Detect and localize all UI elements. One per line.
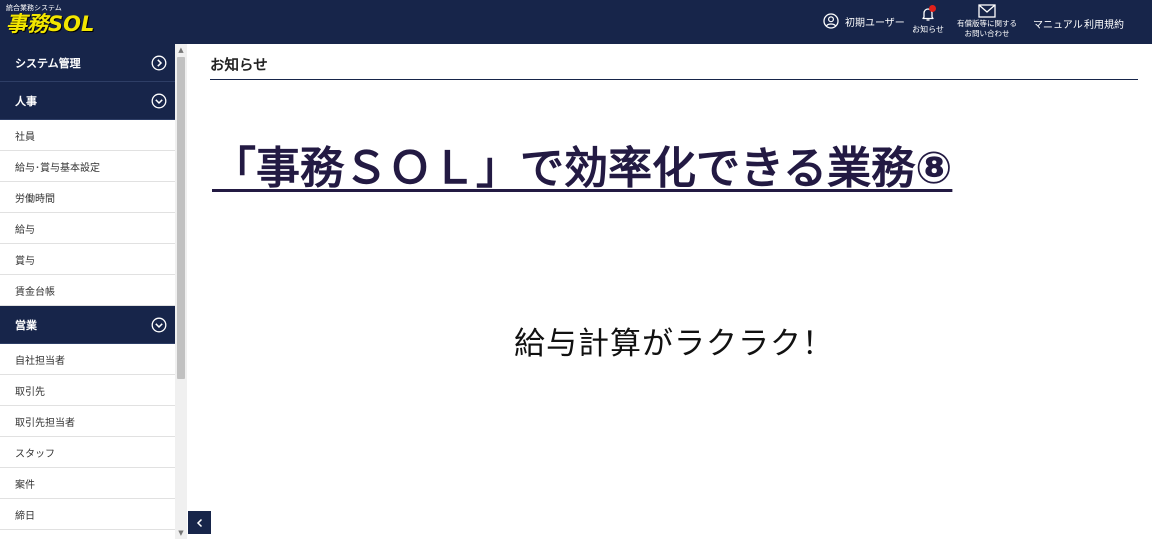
- sidebar-item-employee[interactable]: 社員: [0, 120, 175, 151]
- sidebar-item-closing-date[interactable]: 締日: [0, 499, 175, 530]
- sidebar-item-bonus[interactable]: 賞与: [0, 244, 175, 275]
- inquiry-label-line1: 有償版等に関する: [957, 19, 1017, 28]
- scroll-down-arrow-icon[interactable]: ▼: [175, 527, 187, 539]
- sidebar-item-working-hours[interactable]: 労働時間: [0, 182, 175, 213]
- notice-label: お知らせ: [912, 25, 944, 34]
- user-circle-icon: [823, 13, 839, 29]
- sidebar-item-salary[interactable]: 給与: [0, 213, 175, 244]
- bell-icon: [920, 5, 936, 22]
- sidebar-item-staff[interactable]: スタッフ: [0, 437, 175, 468]
- app-logo[interactable]: 統合業務システム 事務SOL: [6, 4, 94, 36]
- inquiry-label-line2: お問い合わせ: [964, 29, 1010, 38]
- notification-badge: [929, 5, 936, 12]
- top-header: 統合業務システム 事務SOL 初期ユーザー お知らせ 有償版等に関する お問い合…: [0, 0, 1152, 44]
- sidebar-section-label: 営業: [15, 318, 37, 332]
- sidebar-scrollbar[interactable]: ▲ ▼: [175, 44, 187, 539]
- announcement-heading: 「事務ＳＯＬ」で効率化できる業務⑧: [212, 143, 953, 194]
- announcement-subtext: 給与計算がラクラク！: [514, 326, 834, 362]
- scroll-thumb[interactable]: [177, 57, 185, 379]
- manual-link[interactable]: マニュアル: [1033, 16, 1083, 31]
- sidebar-item-salary-settings[interactable]: 給与･賞与基本設定: [0, 151, 175, 182]
- sidebar-section-jinji[interactable]: 人事: [0, 82, 175, 120]
- sidebar: システム管理 人事 社員 給与･賞与基本設定 労働時間 給与 賞与 賃金台帳 営…: [0, 44, 175, 539]
- chevron-down-circle-icon: [151, 317, 167, 332]
- sidebar-item-own-staff[interactable]: 自社担当者: [0, 344, 175, 375]
- user-menu[interactable]: 初期ユーザー: [823, 13, 905, 29]
- notice-button[interactable]: お知らせ: [912, 5, 944, 35]
- terms-link[interactable]: 利用規約: [1084, 16, 1124, 31]
- collapse-sidebar-button[interactable]: [188, 511, 211, 534]
- sidebar-section-label: 人事: [15, 94, 37, 108]
- sidebar-section-system[interactable]: システム管理: [0, 44, 175, 82]
- sidebar-section-eigyo[interactable]: 営業: [0, 306, 175, 344]
- mail-icon: [978, 4, 996, 18]
- sidebar-section-label: システム管理: [15, 56, 81, 70]
- scroll-up-arrow-icon[interactable]: ▲: [175, 44, 187, 56]
- inquiry-button[interactable]: 有償版等に関する お問い合わせ: [952, 4, 1022, 39]
- chevron-down-circle-icon: [151, 93, 167, 108]
- sidebar-item-projects[interactable]: 案件: [0, 468, 175, 499]
- logo-title: 事務SOL: [6, 12, 95, 36]
- sidebar-item-client-contacts[interactable]: 取引先担当者: [0, 406, 175, 437]
- title-divider: [210, 79, 1138, 80]
- sidebar-item-wage-ledger[interactable]: 賃金台帳: [0, 275, 175, 306]
- user-name: 初期ユーザー: [845, 17, 905, 29]
- page-title: お知らせ: [210, 58, 268, 74]
- chevron-left-icon: [196, 518, 202, 527]
- sidebar-item-clients[interactable]: 取引先: [0, 375, 175, 406]
- chevron-right-circle-icon: [151, 55, 167, 70]
